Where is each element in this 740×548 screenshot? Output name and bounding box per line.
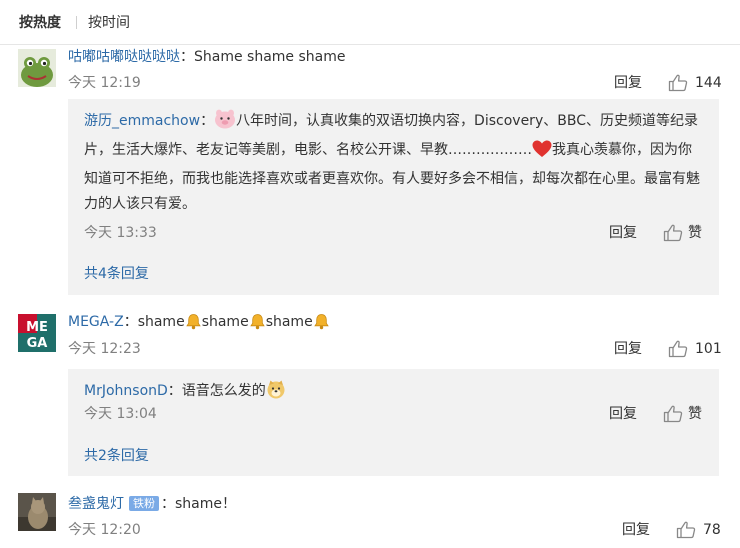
comment-username[interactable]: MEGA-Z [68, 314, 124, 330]
more-replies-link[interactable]: 共4条回复 [84, 265, 149, 283]
frog-avatar-icon [18, 49, 56, 87]
avatar[interactable]: ME GA [18, 314, 56, 352]
comment-text-line: MEGA-Z：shame shame shame [68, 313, 330, 335]
sub-reply-text: 游历_emmachow： 八年时间，认真收集的双语切换内容，Discovery、B… [84, 109, 704, 217]
comment-text-part: shame [137, 314, 185, 330]
comment-text: Shame shame shame [194, 49, 346, 65]
sub-replies: MrJohnsonD：语音怎么发的 今天 13:04 回复 赞 共2条回复 [68, 369, 719, 476]
like-button[interactable]: 101 [668, 339, 722, 359]
like-button[interactable]: 赞 [663, 404, 709, 424]
avatar[interactable] [18, 493, 56, 531]
comment-text-part: shame [265, 314, 313, 330]
comment-text: shame！ [175, 496, 236, 512]
sub-reply-username[interactable]: MrJohnsonD [84, 383, 168, 399]
thumbs-up-icon [668, 340, 688, 358]
thumbs-up-icon [663, 224, 683, 242]
fan-badge[interactable]: 铁粉 [129, 496, 159, 511]
avatar[interactable] [18, 49, 56, 87]
colon: ： [167, 383, 182, 399]
thumbs-up-icon [668, 74, 688, 92]
sort-tabs: 按热度 按时间 [0, 0, 740, 45]
comment-text-line: 叁盏鬼灯 铁粉 ：shame！ [68, 495, 236, 513]
sub-reply-time: 今天 13:33 [84, 225, 157, 241]
comment-text-line: 咕嘟咕嘟哒哒哒哒：Shame shame shame [68, 48, 345, 66]
colon: ： [200, 113, 215, 129]
mega-logo-avatar-icon: ME GA [18, 314, 56, 352]
reply-button[interactable]: 回复 [609, 405, 637, 423]
reply-button[interactable]: 回复 [614, 74, 642, 92]
more-replies-link[interactable]: 共2条回复 [84, 447, 149, 465]
comment-time: 今天 12:23 [68, 341, 141, 357]
sub-reply-text: MrJohnsonD：语音怎么发的 [84, 379, 286, 404]
like-count: 78 [703, 522, 721, 538]
like-button[interactable]: 144 [668, 73, 722, 93]
red-heart-icon [532, 140, 552, 167]
tab-divider [76, 16, 77, 29]
colon: ： [123, 314, 138, 330]
reply-button[interactable]: 回复 [614, 340, 642, 358]
svg-text:GA: GA [27, 336, 48, 351]
like-button[interactable]: 78 [676, 520, 722, 540]
like-count: 101 [695, 341, 722, 357]
comment-time: 今天 12:19 [68, 75, 141, 91]
cat-avatar-icon [18, 493, 56, 531]
tab-sort-by-time[interactable]: 按时间 [88, 15, 130, 31]
reply-button[interactable]: 回复 [622, 521, 650, 539]
bell-icon [185, 313, 202, 335]
like-label: 赞 [688, 225, 702, 241]
comment-time: 今天 12:20 [68, 522, 141, 538]
comment-username[interactable]: 叁盏鬼灯 [68, 496, 124, 512]
svg-text:ME: ME [26, 320, 48, 335]
sub-reply-text-part: 语音怎么发的 [181, 383, 266, 399]
sub-reply-time: 今天 13:04 [84, 406, 157, 422]
like-button[interactable]: 赞 [663, 223, 709, 243]
sub-reply-username[interactable]: 游历_emmachow [84, 113, 200, 129]
bell-icon [313, 313, 330, 335]
colon: ： [180, 49, 194, 65]
doge-icon [266, 379, 286, 404]
tab-sort-by-hot[interactable]: 按热度 [19, 15, 61, 31]
thumbs-up-icon [663, 405, 683, 423]
comment-text-part: shame [201, 314, 249, 330]
thumbs-up-icon [676, 521, 696, 539]
like-count: 144 [695, 75, 722, 91]
colon: ： [161, 496, 175, 512]
like-label: 赞 [688, 406, 702, 422]
pig-face-icon [214, 109, 236, 138]
reply-button[interactable]: 回复 [609, 224, 637, 242]
bell-icon [249, 313, 266, 335]
comment-username[interactable]: 咕嘟咕嘟哒哒哒哒 [68, 49, 180, 65]
sub-replies: 游历_emmachow： 八年时间，认真收集的双语切换内容，Discovery、B… [68, 99, 719, 295]
